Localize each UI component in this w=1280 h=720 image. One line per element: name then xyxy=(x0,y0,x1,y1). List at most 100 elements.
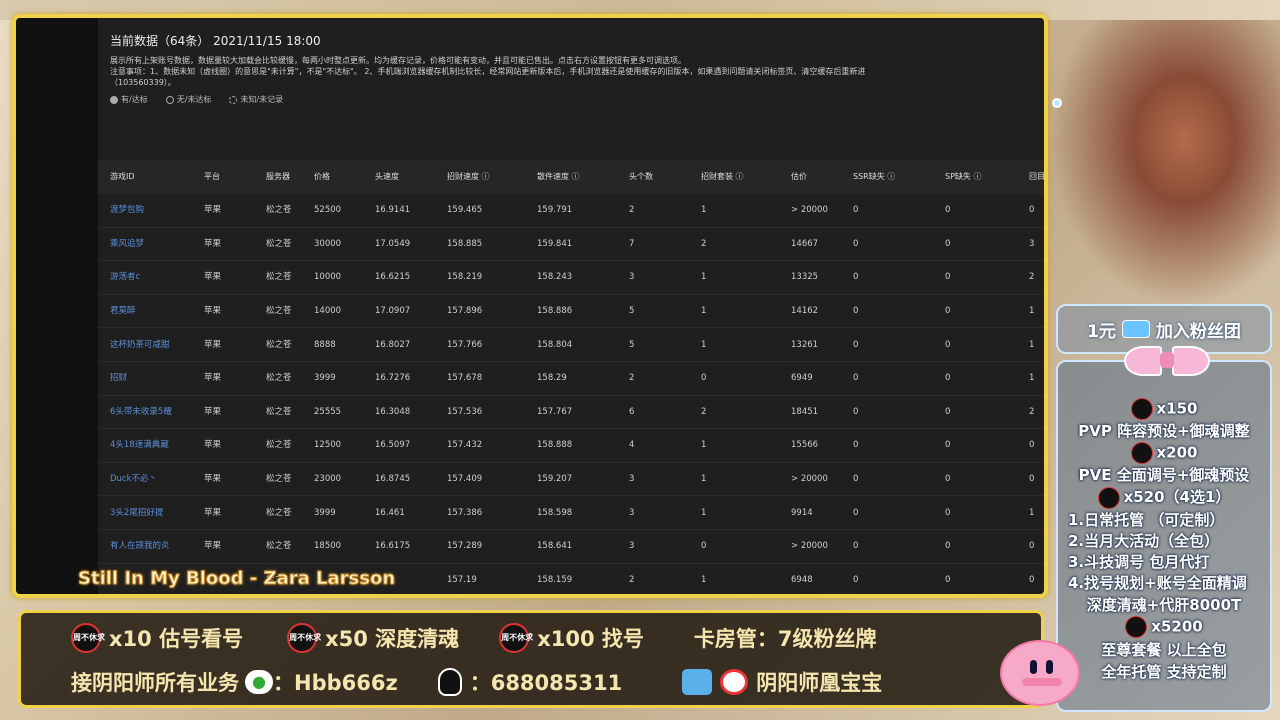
table-cell: 0 xyxy=(945,440,951,451)
table-row[interactable]: 游荡者c 苹果 松之苍 10000 16.6215 158.219 158.243 3 1 133… xyxy=(98,261,1044,295)
table-cell: 18500 xyxy=(314,541,342,552)
table-cell: 6949 xyxy=(791,373,813,384)
column-header[interactable]: 估价 xyxy=(779,172,841,182)
column-header[interactable]: SP缺失 ⓘ xyxy=(933,172,1017,182)
table-cell: 0 xyxy=(853,440,859,451)
table-cell: 3999 xyxy=(314,373,336,384)
table-cell: 3999 xyxy=(314,507,336,518)
legend-label: 无/未达标 xyxy=(176,95,212,104)
price-item: x5200 xyxy=(1058,616,1270,638)
table-row[interactable]: 乘风追梦 苹果 松之苍 30000 17.0549 158.885 159.841 7 2 146… xyxy=(98,228,1044,262)
table-cell: 16.8745 xyxy=(375,474,411,485)
service-text: 接阴阳师所有业务 xyxy=(71,671,239,695)
table-cell: 30000 xyxy=(314,238,342,249)
seal-icon xyxy=(1130,398,1153,420)
game-id-link[interactable]: 乘风追梦 xyxy=(98,239,192,249)
column-header[interactable]: 散件速度 ⓘ xyxy=(525,172,617,182)
table-row[interactable]: 君莫醉 苹果 松之苍 14000 17.0907 157.896 158.886 5 1 1416… xyxy=(98,295,1044,329)
table-cell: 苹果 xyxy=(204,440,222,451)
table-cell: 18451 xyxy=(791,406,819,417)
game-id-link[interactable]: 渡梦包购 xyxy=(98,205,192,215)
service-text: x50 深度清魂 xyxy=(325,627,460,651)
column-header[interactable]: 招财速度 ⓘ xyxy=(435,172,525,182)
table-row[interactable]: 招财 苹果 松之苍 3999 16.7276 157.678 158.29 2 0 6949 0 0 1 xyxy=(98,362,1044,396)
table-cell: 157.19 xyxy=(447,574,477,585)
table-cell: 16.6215 xyxy=(375,272,411,283)
game-id-link[interactable]: 这杯奶茶可咸甜 xyxy=(98,340,192,350)
data-page: 当前数据（64条） 2021/11/15 18:00 展示所有上架账号数据，数据… xyxy=(98,18,1044,594)
table-cell: 4 xyxy=(629,440,635,451)
left-sidebar xyxy=(16,18,98,594)
column-header[interactable]: 服务器 xyxy=(254,172,302,182)
price-desc: PVP 阵容预设+御魂调整 xyxy=(1078,422,1250,440)
table-cell: 松之苍 xyxy=(266,373,292,384)
legend-item: 未知/未记录 xyxy=(229,94,283,105)
game-id-link[interactable]: 有人在觊我的炎 xyxy=(98,541,192,551)
table-cell: 8888 xyxy=(314,339,336,350)
price-desc: PVE 全面调号+御魂预设 xyxy=(1078,466,1250,484)
table-row[interactable]: 有人在觊我的炎 苹果 松之苍 18500 16.6175 157.289 158.641 3 0… xyxy=(98,530,1044,564)
table-cell: 0 xyxy=(945,507,951,518)
table-cell: 158.219 xyxy=(447,272,483,283)
column-header[interactable]: 头个数 xyxy=(617,172,689,182)
table-row[interactable]: 4头18速满典藏 苹果 松之苍 12500 16.5097 157.432 158.888 4… xyxy=(98,429,1044,463)
table-row[interactable]: 这杯奶茶可咸甜 苹果 松之苍 8888 16.8027 157.766 158.804 5 1 1… xyxy=(98,328,1044,362)
table-cell: 9914 xyxy=(791,507,813,518)
table-cell: 3 xyxy=(629,474,635,485)
column-header[interactable]: 头速度 xyxy=(363,172,435,182)
table-cell: 0 xyxy=(945,339,951,350)
table-cell: 0 xyxy=(853,306,859,317)
table-row[interactable]: 渡梦包购 苹果 松之苍 52500 16.9141 159.465 159.791 2 1 > 2… xyxy=(98,194,1044,228)
banner-row: 接阴阳师所有业务 ● ：Hbb666z ：688085311 阴阳师凰宝宝 xyxy=(21,663,1041,701)
column-header[interactable]: 招财套装 ⓘ xyxy=(689,172,779,182)
column-header[interactable]: 回目 xyxy=(1017,172,1044,182)
game-id-link[interactable]: 4头18速满典藏 xyxy=(98,440,192,450)
table-row[interactable]: Duck不必丶 苹果 松之苍 23000 16.8745 157.409 159.207 3 1… xyxy=(98,463,1044,497)
table-cell: 2 xyxy=(701,406,707,417)
price-desc: 深度清魂+代肝8000T xyxy=(1086,596,1242,614)
table-cell: 1 xyxy=(701,306,707,317)
table-cell: 6 xyxy=(629,406,635,417)
column-header[interactable]: 价格 xyxy=(302,172,363,182)
table-cell: 1 xyxy=(701,205,707,216)
service-text: x10 估号看号 xyxy=(109,627,244,651)
table-cell: 3 xyxy=(629,507,635,518)
table-cell: 157.432 xyxy=(447,440,483,451)
account-table: 游戏ID 平台 服务器 价格 头速度 招财速度 ⓘ 散件速度 ⓘ 头个数 招财套装 ⓘ 估价 SSR… xyxy=(98,160,1044,594)
game-id-link[interactable]: Duck不必丶 xyxy=(98,474,192,484)
seal-icon: 周不休求 xyxy=(287,623,321,653)
table-cell: 1 xyxy=(701,440,707,451)
table-row[interactable]: 6头带未收录5耀 苹果 松之苍 25555 16.3048 157.536 157.767 6… xyxy=(98,396,1044,430)
table-cell: 23000 xyxy=(314,474,342,485)
service-text: x100 找号 xyxy=(537,627,644,651)
price-desc: 至尊套餐 以上全包 xyxy=(1101,641,1227,659)
table-cell: 157.678 xyxy=(447,373,483,384)
game-id-link[interactable]: 6头带未收录5耀 xyxy=(98,407,192,417)
table-cell: 7 xyxy=(629,238,635,249)
price-desc: 2.当月大活动（全包） xyxy=(1068,532,1220,550)
table-cell: 1 xyxy=(1029,306,1035,317)
table-cell: 15566 xyxy=(791,440,819,451)
seal-icon xyxy=(1097,486,1120,509)
table-cell: 6948 xyxy=(791,574,813,585)
table-cell: 2 xyxy=(629,574,635,585)
legend: 有/达标 无/未达标 未知/未记录 xyxy=(110,94,1044,105)
table-row[interactable]: 3头2尾招好提 苹果 松之苍 3999 16.461 157.386 158.598 3 1 99… xyxy=(98,496,1044,530)
price-text: x200 xyxy=(1156,443,1198,462)
table-cell: 16.461 xyxy=(375,507,405,518)
game-id-link[interactable]: 3头2尾招好提 xyxy=(98,508,192,518)
column-header[interactable]: SSR缺失 ⓘ xyxy=(841,172,933,182)
table-cell: 0 xyxy=(853,238,859,249)
game-id-link[interactable]: 君莫醉 xyxy=(98,306,192,316)
table-body: 渡梦包购 苹果 松之苍 52500 16.9141 159.465 159.791 2 1 > 2… xyxy=(98,194,1044,594)
game-id-link[interactable]: 招财 xyxy=(98,373,192,383)
column-header[interactable]: 平台 xyxy=(192,172,254,182)
qq-icon xyxy=(437,668,462,696)
notice-line: 注意事项：1、数据未知（虚线圈）的意思是"未计算"，不是"不达标"。 2、手机端… xyxy=(110,67,866,76)
table-cell: 16.7276 xyxy=(375,373,411,384)
game-id-link[interactable]: 游荡者c xyxy=(98,272,192,282)
table-cell: 苹果 xyxy=(204,406,222,417)
price-item: x520（4选1） xyxy=(1058,486,1270,509)
column-header[interactable]: 游戏ID xyxy=(98,172,192,182)
table-cell: 0 xyxy=(1029,541,1035,552)
